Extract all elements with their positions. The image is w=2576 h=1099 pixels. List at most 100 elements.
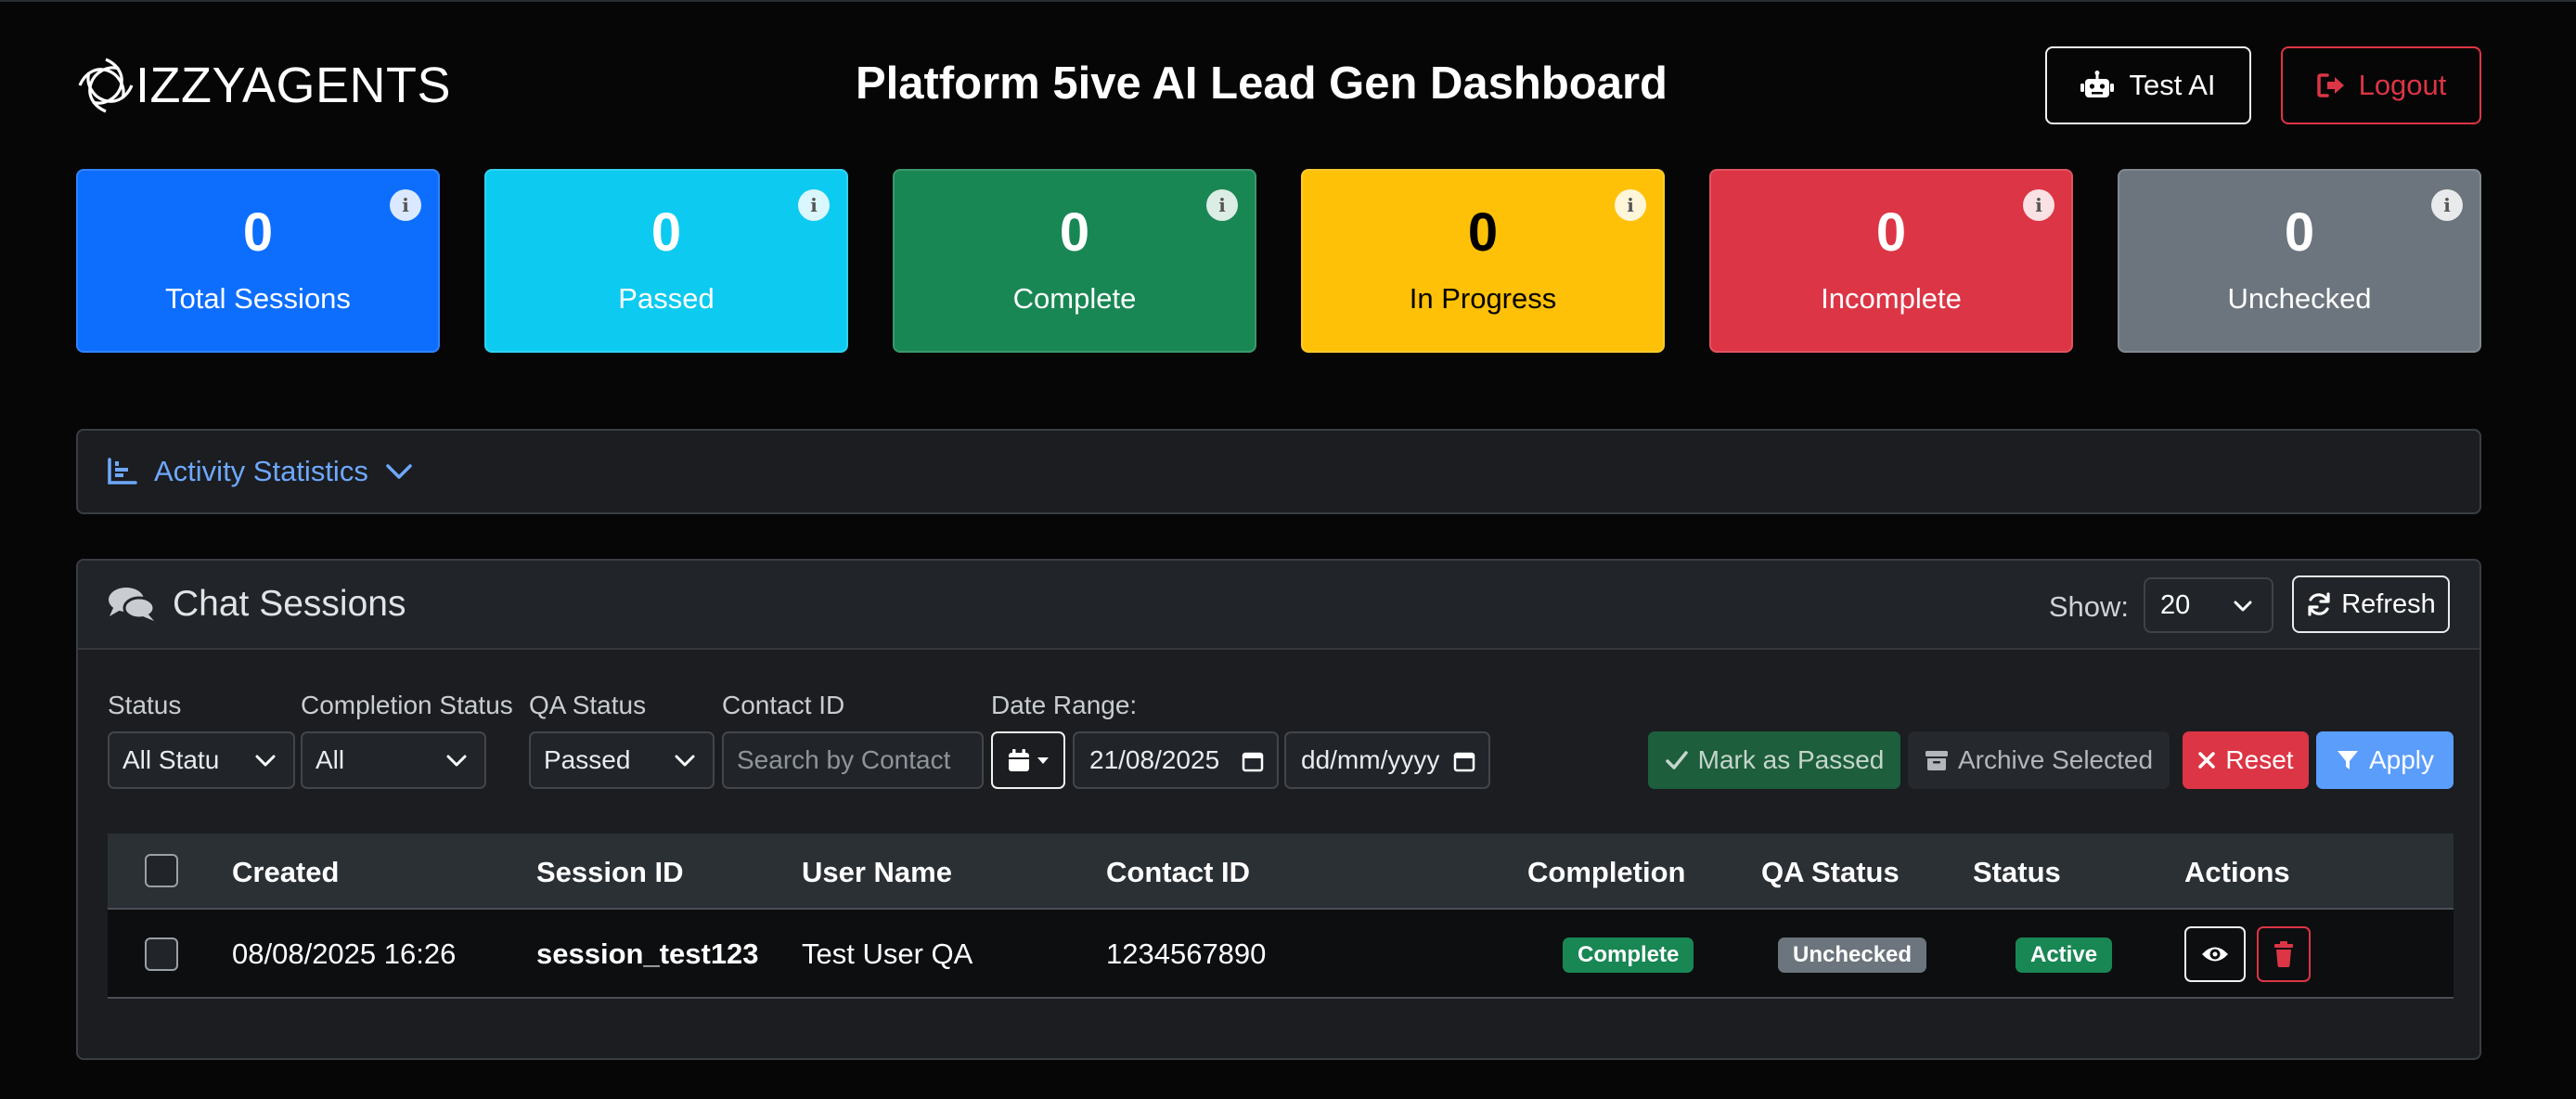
stat-value: 0 (1059, 202, 1090, 263)
status-filter-select[interactable]: All Statu (108, 731, 295, 789)
row-checkbox[interactable] (145, 937, 178, 971)
top-border (0, 0, 2576, 2)
sync-icon (2308, 592, 2330, 616)
column-header-completion[interactable]: Completion (1527, 856, 1686, 889)
stat-value: 0 (1875, 202, 1907, 263)
user-name-cell: Test User QA (802, 937, 973, 970)
date-preset-dropdown[interactable] (991, 731, 1065, 789)
stat-card-in-progress: 0 In Progress i (1301, 169, 1665, 353)
show-label: Show: (2048, 590, 2129, 623)
trash-icon (2274, 941, 2293, 967)
chevron-down-icon (255, 755, 276, 767)
contact-search-placeholder: Search by Contact (737, 745, 951, 774)
chevron-down-icon (675, 755, 695, 767)
calendar-icon (1009, 749, 1029, 771)
stat-card-complete: 0 Complete i (893, 169, 1256, 353)
completion-filter-label: Completion Status (301, 691, 513, 719)
chart-bar-icon (108, 458, 137, 485)
stat-label: In Progress (1409, 282, 1557, 315)
stat-card-unchecked: 0 Unchecked i (2118, 169, 2481, 353)
stat-value: 0 (650, 202, 682, 263)
info-icon[interactable]: i (1615, 189, 1646, 221)
session-id-cell: session_test123 (536, 937, 759, 970)
info-icon[interactable]: i (2431, 189, 2463, 221)
apply-button[interactable]: Apply (2316, 731, 2454, 789)
date-range-label: Date Range: (991, 691, 1138, 719)
completion-filter-value: All (316, 745, 345, 774)
contact-search-input[interactable]: Search by Contact (722, 731, 984, 789)
completion-badge: Complete (1563, 937, 1694, 973)
chevron-down-icon (2234, 601, 2252, 612)
calendar-icon[interactable] (1242, 750, 1264, 772)
table-row: 08/08/2025 16:26 session_test123 Test Us… (108, 910, 2454, 999)
stat-value: 0 (242, 202, 274, 263)
page-title: Platform 5ive AI Lead Gen Dashboard (856, 58, 1668, 109)
logo: IZZYAGENTS (76, 56, 451, 115)
logout-button[interactable]: Logout (2281, 46, 2481, 124)
page-size-select[interactable]: 20 (2144, 577, 2273, 633)
stat-label: Total Sessions (165, 282, 351, 315)
info-icon[interactable]: i (2023, 189, 2054, 221)
robot-icon (2080, 71, 2115, 97)
view-session-button[interactable] (2184, 926, 2246, 982)
header: IZZYAGENTS Platform 5ive AI Lead Gen Das… (76, 46, 2481, 124)
sessions-table-header: Created Session ID User Name Contact ID … (108, 834, 2454, 910)
stat-value: 0 (1467, 202, 1499, 263)
stat-card-passed: 0 Passed i (484, 169, 848, 353)
info-icon[interactable]: i (1206, 189, 1238, 221)
calendar-icon[interactable] (1453, 750, 1475, 772)
chevron-down-icon (386, 464, 412, 479)
close-icon (2198, 752, 2216, 769)
qa-filter-select[interactable]: Passed (529, 731, 715, 789)
filter-icon (2337, 751, 2358, 769)
check-icon (1665, 751, 1688, 769)
column-header-contact-id[interactable]: Contact ID (1106, 856, 1250, 889)
test-ai-button[interactable]: Test AI (2045, 46, 2251, 124)
mark-as-passed-label: Mark as Passed (1697, 745, 1885, 774)
column-header-qa-status[interactable]: QA Status (1761, 856, 1900, 889)
activity-statistics-toggle[interactable]: Activity Statistics (76, 429, 2481, 514)
logo-text: IZZYAGENTS (135, 58, 452, 113)
page-size-value: 20 (2160, 589, 2191, 620)
archive-icon (1925, 751, 1948, 770)
info-icon[interactable]: i (798, 189, 830, 221)
chevron-down-icon (446, 755, 467, 767)
chat-sessions-title: Chat Sessions (173, 584, 406, 624)
stat-label: Unchecked (2227, 282, 2372, 315)
completion-filter-select[interactable]: All (301, 731, 486, 789)
column-header-user-name[interactable]: User Name (802, 856, 952, 889)
chat-sessions-panel: Chat Sessions Show: 20 Refresh Status Co… (76, 559, 2481, 1060)
status-filter-value: All Statu (122, 745, 220, 774)
column-header-session-id[interactable]: Session ID (536, 856, 684, 889)
date-from-input[interactable]: 21/08/2025 (1073, 731, 1279, 789)
delete-session-button[interactable] (2257, 926, 2311, 982)
contact-id-cell: 1234567890 (1106, 937, 1267, 970)
column-header-status[interactable]: Status (1973, 856, 2061, 889)
date-to-input[interactable]: dd/mm/yyyy (1284, 731, 1490, 789)
archive-selected-label: Archive Selected (1957, 745, 2154, 774)
info-icon[interactable]: i (390, 189, 421, 221)
select-all-checkbox[interactable] (145, 854, 178, 887)
refresh-label: Refresh (2341, 588, 2436, 619)
chat-sessions-header: Chat Sessions Show: 20 Refresh (78, 561, 2479, 650)
date-to-placeholder: dd/mm/yyyy (1301, 745, 1440, 774)
stat-label: Complete (1012, 282, 1137, 315)
logo-icon (78, 58, 134, 113)
status-filter-label: Status (108, 691, 182, 719)
column-header-created[interactable]: Created (232, 856, 339, 889)
contact-filter-label: Contact ID (722, 691, 845, 719)
reset-label: Reset (2225, 745, 2294, 774)
qa-filter-label: QA Status (529, 691, 647, 719)
column-header-actions: Actions (2184, 856, 2290, 888)
reset-button[interactable]: Reset (2183, 731, 2309, 789)
created-cell: 08/08/2025 16:26 (232, 937, 457, 970)
stat-card-incomplete: 0 Incomplete i (1709, 169, 2073, 353)
refresh-button[interactable]: Refresh (2292, 575, 2450, 633)
mark-as-passed-button[interactable]: Mark as Passed (1648, 731, 1900, 789)
stat-label: Passed (618, 282, 715, 315)
status-badge: Active (2016, 937, 2113, 973)
stats-cards: 0 Total Sessions i 0 Passed i 0 Complete… (76, 169, 2481, 353)
qa-status-badge: Unchecked (1778, 937, 1927, 973)
archive-selected-button[interactable]: Archive Selected (1908, 731, 2170, 789)
sign-out-icon (2316, 73, 2344, 97)
